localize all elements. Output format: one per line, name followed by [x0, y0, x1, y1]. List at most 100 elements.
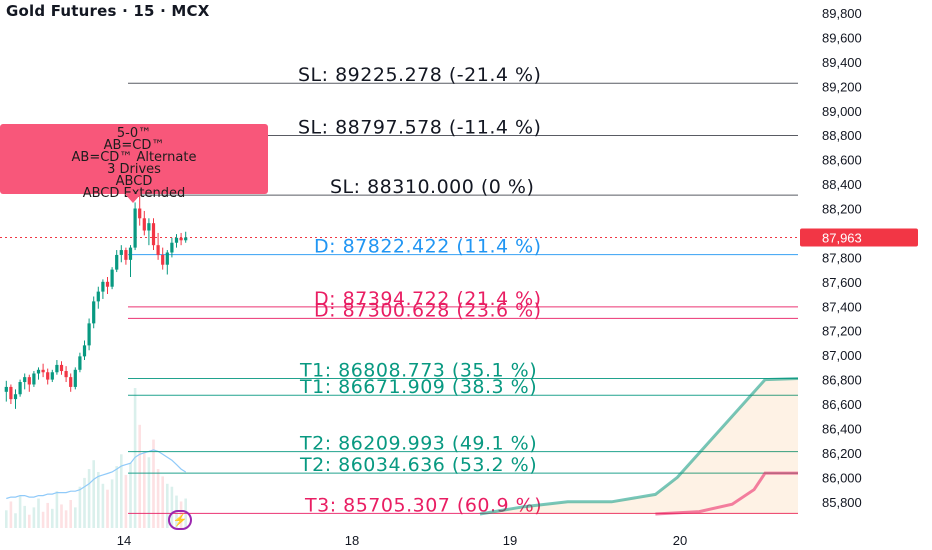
candle-body — [161, 254, 165, 265]
y-tick-label: 87,200 — [822, 324, 862, 339]
volume-bar — [74, 507, 77, 528]
candle-body — [32, 373, 36, 385]
x-tick-label: 19 — [503, 533, 517, 548]
volume-bar — [97, 472, 100, 528]
volume-bar — [92, 460, 95, 528]
volume-bar — [83, 477, 86, 528]
volume-bar — [64, 510, 68, 528]
level-label: T2: 86209.993 (49.1 %) — [299, 433, 537, 455]
volume-bar — [23, 505, 26, 528]
volume-bar — [18, 495, 22, 528]
y-tick-label: 89,800 — [822, 6, 862, 21]
candle-body — [151, 223, 156, 246]
candle-body — [92, 301, 96, 324]
y-tick-label: 86,400 — [822, 421, 862, 436]
candle-body — [101, 281, 105, 292]
candle-body — [156, 245, 160, 255]
volume-bar — [37, 498, 40, 528]
candle-body — [27, 377, 31, 385]
volume-bar — [147, 457, 151, 528]
y-tick-label: 89,200 — [822, 79, 862, 94]
level-label: SL: 88310.000 (0 %) — [330, 176, 534, 198]
x-tick-label: 18 — [345, 533, 359, 548]
candle-body — [105, 281, 110, 287]
candle-body — [41, 369, 45, 373]
x-tick-label: 20 — [673, 533, 687, 548]
x-tick-label: 14 — [117, 533, 131, 548]
volume-bar — [152, 439, 155, 528]
candle-body — [64, 371, 68, 378]
candle-body — [138, 208, 142, 219]
candle-body — [170, 242, 174, 253]
candle-body — [18, 382, 22, 395]
candle-body — [59, 364, 64, 372]
volume-bar — [138, 424, 141, 528]
candle-body — [69, 377, 73, 387]
y-tick-label: 86,000 — [822, 470, 862, 485]
volume-bar — [143, 451, 146, 528]
y-tick-label: 87,800 — [822, 250, 862, 265]
level-label: D: 87300.628 (23.6 %) — [314, 299, 542, 321]
candle-body — [96, 291, 100, 302]
y-tick-label: 88,600 — [822, 153, 862, 168]
y-tick-label: 89,600 — [822, 30, 862, 45]
tooltip-line: ABCD Extended — [82, 186, 186, 201]
volume-bar — [78, 486, 82, 528]
volume-bar — [60, 504, 63, 528]
volume-bar — [9, 501, 13, 528]
volume-bar — [106, 489, 109, 528]
y-tick-label: 88,400 — [822, 177, 862, 192]
volume-bar — [115, 466, 118, 528]
y-tick-label: 87,400 — [822, 299, 862, 314]
volume-bar — [161, 476, 164, 528]
volume-bar — [5, 510, 8, 528]
pattern-tooltip: 5-0™ AB=CD™ AB=CD™ Alternate 3 Drives AB… — [0, 124, 268, 203]
y-tick-label: 87,000 — [822, 348, 862, 363]
price-chart[interactable]: 89,800 89,600 89,400 89,200 89,000 88,800 88,6… — [0, 0, 932, 550]
volume-bar — [41, 511, 45, 528]
volume-bar — [28, 514, 31, 528]
candle-body — [115, 254, 119, 270]
volume-bar — [14, 513, 17, 528]
chart-title: Gold Futures · 15 · MCX — [6, 2, 210, 20]
y-tick-label: 85,800 — [822, 495, 862, 510]
candle-body — [87, 323, 91, 346]
candle-body — [119, 250, 123, 255]
candle-body — [73, 369, 77, 387]
last-price-label: 87,963 — [822, 230, 862, 245]
y-tick-label: 86,800 — [822, 373, 862, 388]
candle-body — [174, 237, 179, 243]
candle-body — [124, 250, 128, 260]
y-tick-label: 87,600 — [822, 275, 862, 290]
level-label: SL: 89225.278 (-21.4 %) — [298, 64, 541, 86]
candle-body — [46, 372, 50, 380]
volume-bar — [46, 502, 49, 528]
candle-body — [55, 364, 59, 373]
volume-bar — [110, 479, 114, 528]
candle-body — [36, 369, 41, 374]
level-label: SL: 88797.578 (-11.4 %) — [298, 116, 541, 138]
level-label: T2: 86034.636 (53.2 %) — [299, 454, 537, 476]
lightning-bolt-icon[interactable]: ⚡ — [168, 510, 192, 530]
candle-body — [147, 223, 151, 231]
y-tick-label: 89,400 — [822, 55, 862, 70]
candle-body — [184, 237, 188, 241]
volume-bar — [51, 508, 54, 528]
y-tick-label: 86,600 — [822, 397, 862, 412]
y-tick-label: 88,800 — [822, 128, 862, 143]
candle-body — [82, 345, 87, 357]
candle-body — [78, 356, 82, 370]
volume-bar — [69, 500, 72, 528]
candle-body — [9, 386, 13, 400]
candle-body — [4, 386, 8, 392]
candle-body — [133, 208, 137, 248]
level-label: D: 87822.422 (11.4 %) — [314, 236, 542, 258]
candle-body — [23, 377, 27, 383]
volume-bar — [55, 491, 59, 528]
candle-body — [179, 237, 183, 241]
candle-body — [165, 252, 169, 265]
candle-body — [13, 394, 18, 400]
y-tick-label: 86,200 — [822, 446, 862, 461]
level-label: T1: 86671.909 (38.3 %) — [299, 376, 537, 398]
y-tick-label: 89,000 — [822, 104, 862, 119]
